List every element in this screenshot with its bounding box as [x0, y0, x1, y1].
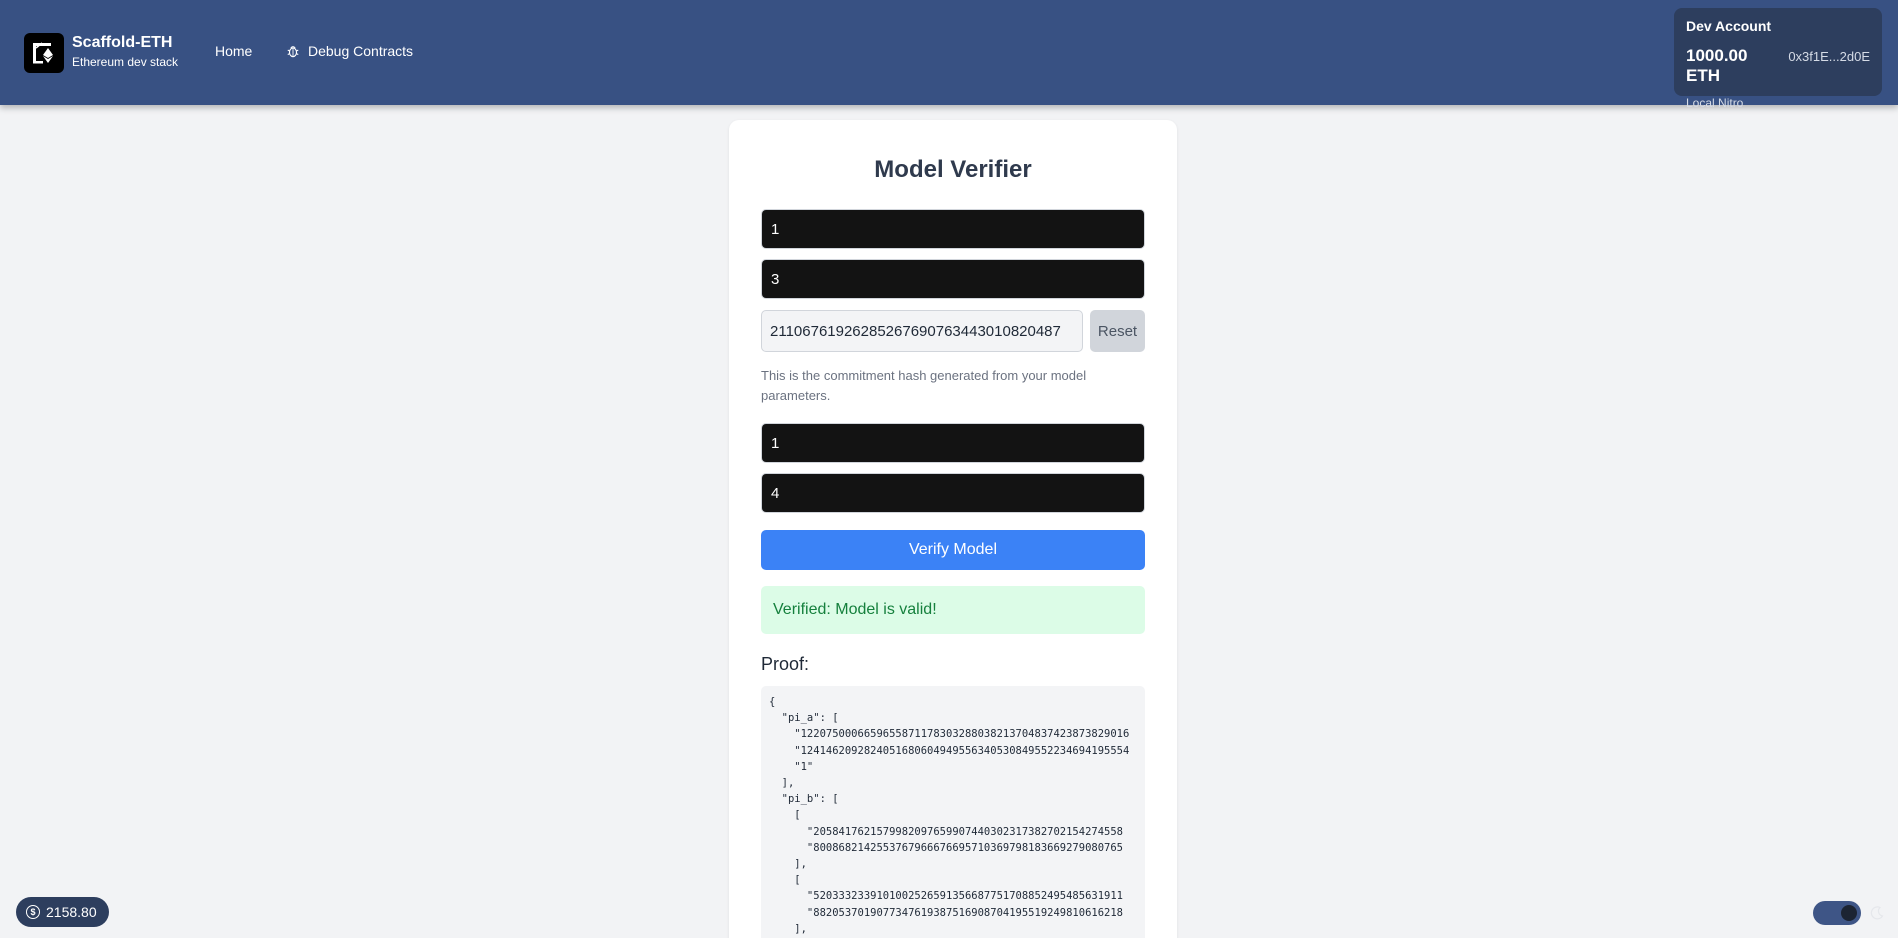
account-balance-row: 1000.00 ETH 0x3f1E...2d0E — [1686, 46, 1870, 86]
success-message: Verified: Model is valid! — [773, 601, 937, 618]
top-navbar: Scaffold-ETH Ethereum dev stack Home Deb… — [0, 0, 1898, 110]
verification-success-alert: Verified: Model is valid! — [761, 586, 1145, 634]
proof-json: { "pi_a": [ "122075000665965587117830328… — [769, 696, 1130, 935]
eth-price-value: 2158.80 — [46, 904, 97, 920]
account-title: Dev Account — [1686, 18, 1772, 34]
model-param-input-4[interactable] — [761, 473, 1145, 513]
model-verifier-card: Model Verifier Reset This is the commitm… — [729, 120, 1177, 938]
scaffold-logo-icon — [33, 42, 53, 64]
account-balance: 1000.00 ETH — [1686, 46, 1748, 85]
model-param-input-2[interactable] — [761, 259, 1145, 299]
dollar-icon: $ — [26, 905, 40, 919]
account-widget[interactable]: Dev Account 1000.00 ETH 0x3f1E...2d0E Lo… — [1674, 8, 1882, 110]
toggle-knob — [1841, 905, 1857, 921]
account-address[interactable]: 0x3f1E...2d0E — [1788, 49, 1870, 64]
nav-debug-label: Debug Contracts — [308, 43, 414, 59]
nav-home-link[interactable]: Home — [215, 43, 252, 59]
scaffold-logo[interactable] — [24, 33, 64, 73]
brand-subtitle: Ethereum dev stack — [72, 55, 179, 69]
commitment-hint: This is the commitment hash generated fr… — [761, 368, 1087, 403]
theme-toggle[interactable] — [1813, 901, 1861, 925]
model-param-input-1[interactable] — [761, 209, 1145, 249]
bug-icon — [287, 46, 299, 58]
moon-icon — [1870, 906, 1884, 920]
proof-heading: Proof: — [761, 654, 810, 674]
nav-debug-contracts-link[interactable]: Debug Contracts — [286, 43, 413, 59]
page-title: Model Verifier — [874, 156, 1032, 183]
account-network: Local Nitro — [1686, 96, 1744, 110]
commitment-hash-field[interactable] — [761, 310, 1083, 352]
reset-button[interactable]: Reset — [1090, 310, 1145, 352]
eth-price-badge[interactable]: $ 2158.80 — [16, 897, 109, 927]
brand-title: Scaffold-ETH — [72, 34, 173, 51]
verify-model-button[interactable]: Verify Model — [761, 530, 1145, 570]
model-param-input-3[interactable] — [761, 423, 1145, 463]
proof-code-block[interactable]: { "pi_a": [ "122075000665965587117830328… — [761, 686, 1145, 938]
